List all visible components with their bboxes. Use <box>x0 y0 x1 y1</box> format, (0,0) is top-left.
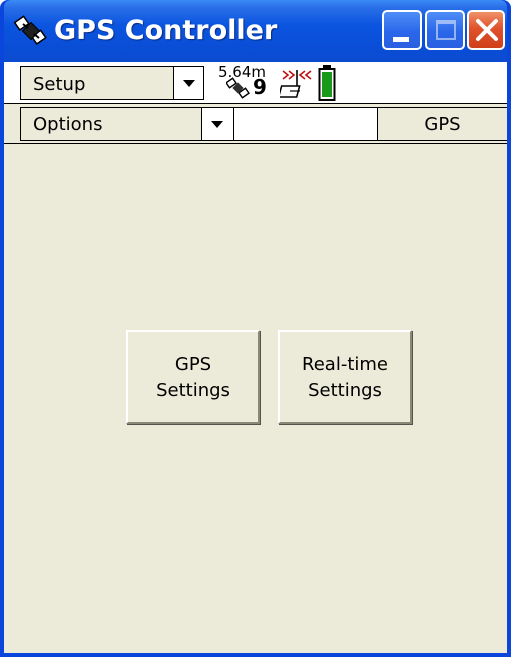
maximize-button[interactable] <box>425 10 465 50</box>
satellite-app-icon <box>14 15 47 46</box>
satellite-icon <box>226 77 250 99</box>
gps-settings-line2: Settings <box>156 380 230 401</box>
maximize-icon <box>436 20 456 40</box>
gps-mode-tab[interactable]: GPS <box>377 107 507 141</box>
radio-link-icon <box>280 70 312 98</box>
blank-field <box>234 107 377 141</box>
options-dropdown-arrow[interactable] <box>201 108 233 140</box>
minimize-button[interactable] <box>382 10 422 50</box>
setup-dropdown-arrow[interactable] <box>173 67 203 99</box>
setup-dropdown-label: Setup <box>33 74 86 95</box>
realtime-settings-line2: Settings <box>308 380 382 401</box>
gps-settings-button[interactable]: GPS Settings <box>126 330 260 424</box>
options-dropdown[interactable]: Options <box>20 107 234 141</box>
gps-mode-label: GPS <box>424 114 461 135</box>
title-bar[interactable]: GPS Controller <box>4 0 507 62</box>
chevron-down-icon <box>183 80 195 87</box>
options-toolbar: Options GPS <box>4 104 507 144</box>
client-area: Setup 5.64m 9 Options GPS GPS Settings R… <box>4 62 507 653</box>
window-title: GPS Controller <box>54 15 278 46</box>
app-window: GPS Controller Setup 5.64m 9 Options GPS… <box>0 0 511 657</box>
status-toolbar: Setup 5.64m 9 <box>4 62 507 104</box>
realtime-settings-line1: Real-time <box>302 354 388 375</box>
gps-status[interactable]: 5.64m 9 <box>212 62 352 104</box>
battery-icon <box>318 65 336 101</box>
close-button[interactable] <box>467 10 505 50</box>
close-icon <box>476 19 498 41</box>
gps-settings-line1: GPS <box>174 354 212 375</box>
options-dropdown-label: Options <box>33 114 103 135</box>
minimize-icon <box>393 37 409 42</box>
setup-dropdown[interactable]: Setup <box>20 66 204 100</box>
chevron-down-icon <box>211 121 223 128</box>
satellite-count: 9 <box>253 75 267 99</box>
realtime-settings-button[interactable]: Real-time Settings <box>278 330 412 424</box>
